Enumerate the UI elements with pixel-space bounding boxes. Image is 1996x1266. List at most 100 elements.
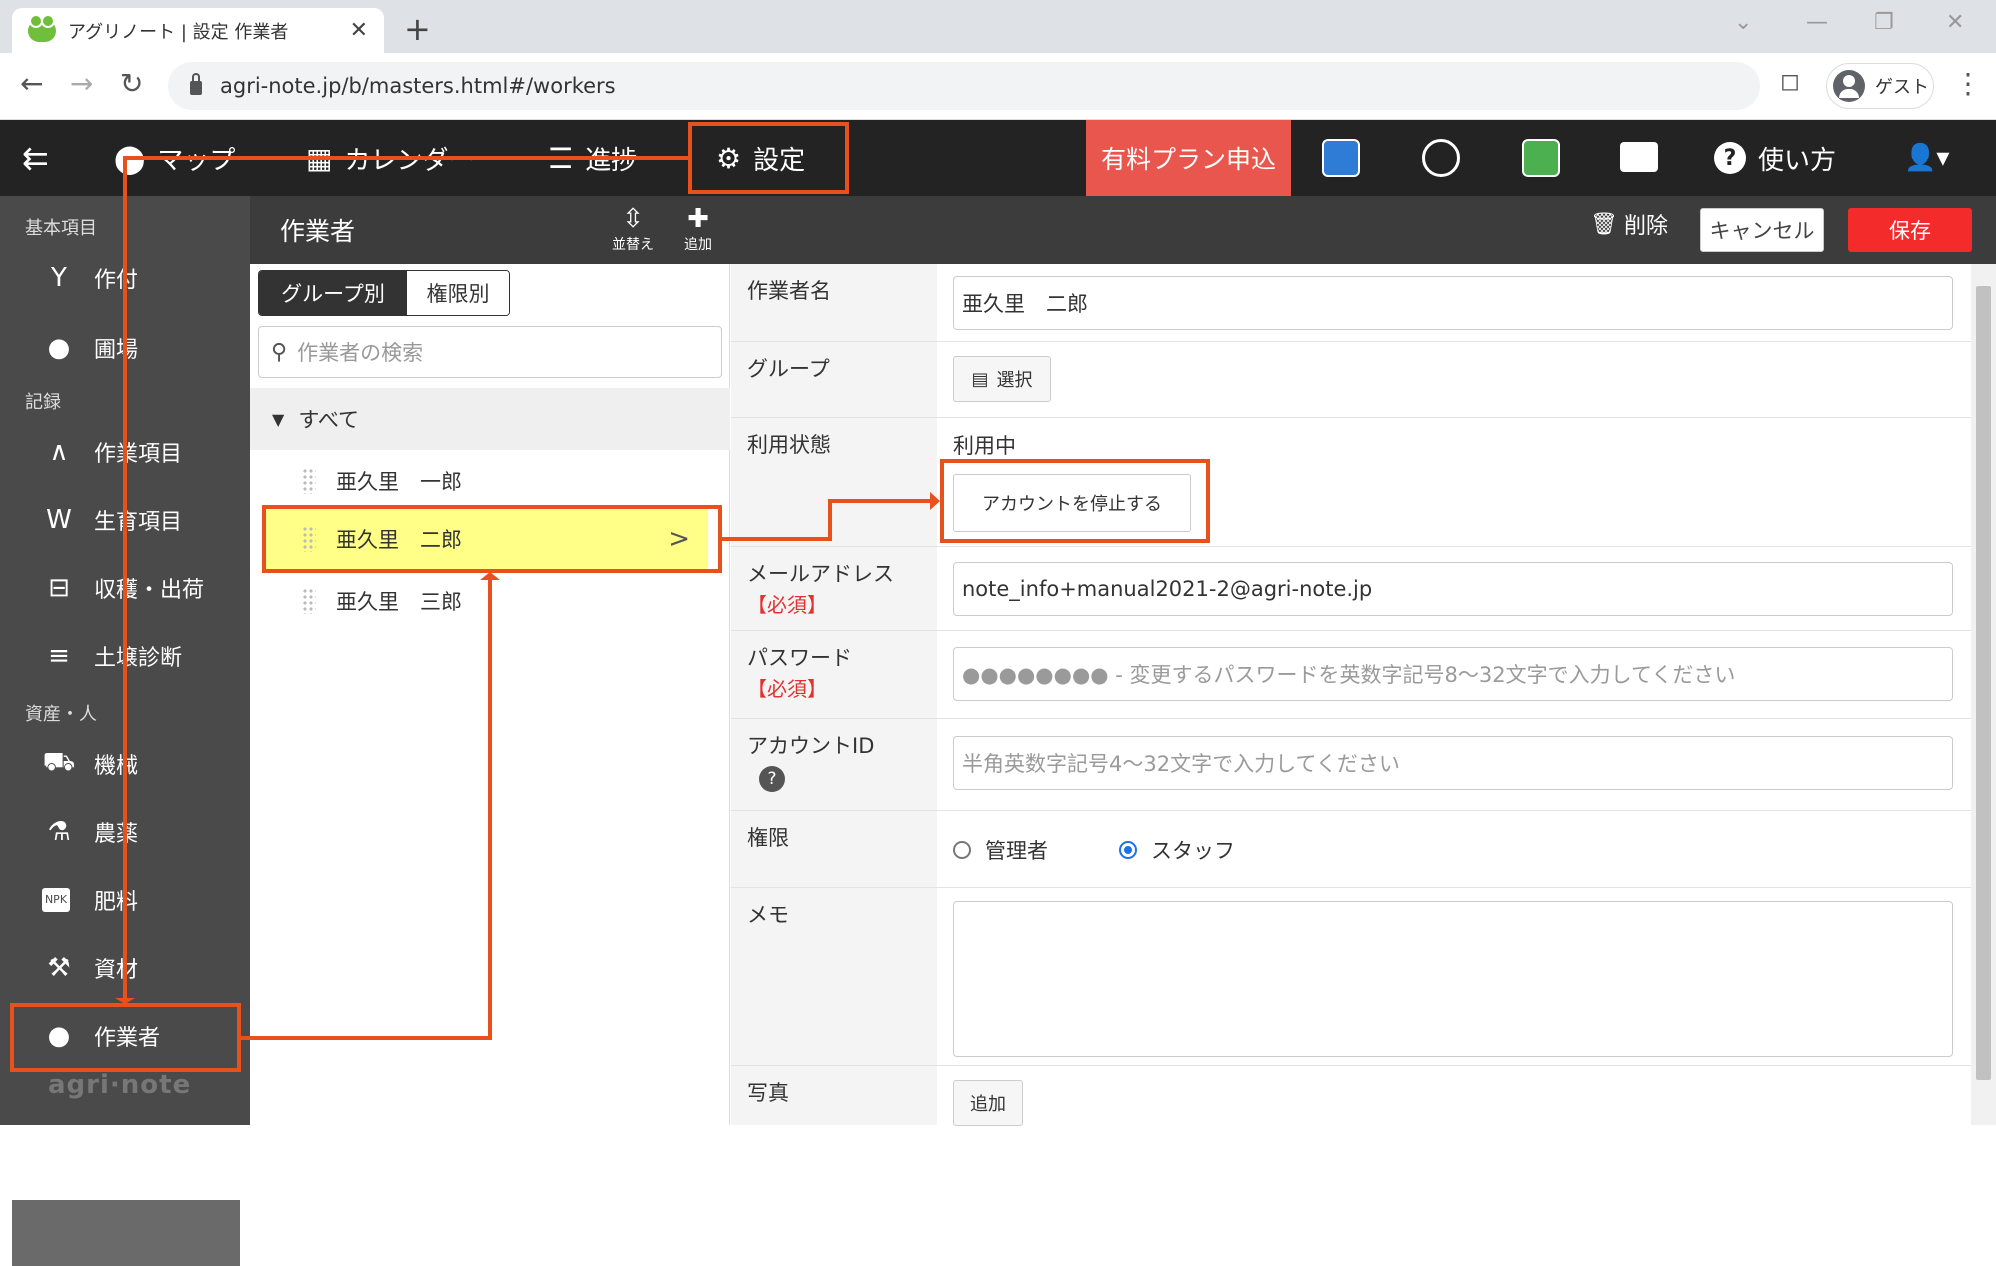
status-label: 利用状態 [731, 418, 937, 546]
weather-app-icon[interactable] [1422, 139, 1460, 177]
row-password: パスワード 【必須】 ●●●●●●●● - 変更するパスワードを英数字記号8～3… [731, 631, 1971, 719]
photo-add-button[interactable]: 追加 [953, 1080, 1023, 1126]
radio-checked-icon [1119, 841, 1137, 859]
sidebar-item-label: 作業項目 [94, 442, 183, 467]
required-badge: 【必須】 [747, 677, 827, 701]
list-icon: ▤ [971, 368, 989, 390]
map-pin-icon: ⬤ [114, 141, 146, 175]
sidebar-item-label: 肥料 [94, 890, 139, 915]
nav-map-label: マップ [157, 145, 236, 176]
url-text: agri-note.jp/b/masters.html#/workers [220, 74, 616, 98]
worker-row[interactable]: 亜久里 一郎 [250, 450, 730, 512]
forward-icon[interactable]: → [70, 67, 93, 100]
role-staff-radio[interactable]: スタッフ [1119, 835, 1235, 865]
cancel-button[interactable]: キャンセル [1700, 208, 1824, 252]
sidebar-item-workers[interactable]: ● 作業者 [42, 1014, 160, 1058]
memo-textarea[interactable] [953, 901, 1953, 1057]
agrinote-logo: agri·note [48, 1070, 192, 1100]
email-label-text: メールアドレス [747, 562, 894, 586]
person-icon: ● [47, 1021, 71, 1051]
reload-icon[interactable]: ↻ [120, 67, 143, 100]
back-icon[interactable]: ← [20, 67, 43, 100]
help-icon[interactable]: ? [759, 766, 785, 792]
new-tab-icon[interactable]: + [404, 10, 431, 48]
add-label: 追加 [684, 237, 712, 253]
chat-icon[interactable] [1620, 142, 1658, 172]
browser-tab[interactable]: アグリノート | 設定 作業者 ✕ [12, 8, 384, 53]
restore-icon[interactable]: ❐ [1874, 10, 1894, 35]
row-group: グループ ▤ 選択 [731, 342, 1971, 418]
sub-header: 作業者 ⇳ 並替え ✚ 追加 🗑 削除 キャンセル 保存 [250, 196, 1996, 264]
profile-button[interactable]: ゲスト [1826, 63, 1934, 109]
tab-by-role[interactable]: 権限別 [407, 271, 509, 315]
gear-icon: ⚙ [716, 141, 742, 175]
chevron-right-icon: > [668, 524, 690, 554]
nav-progress[interactable]: ☰ 進捗 [548, 120, 637, 196]
minimize-icon[interactable]: — [1806, 10, 1828, 35]
row-account-id: アカウントID ? 半角英数字記号4～32文字で入力してください [731, 719, 1971, 811]
sidebar-item-growth-items[interactable]: W 生育項目 [42, 498, 182, 542]
trash-icon: 🗑 [1590, 211, 1618, 237]
sidebar-item-soil[interactable]: ≡ 土壌診断 [42, 634, 182, 678]
browser-menu-icon[interactable]: ⋮ [1954, 67, 1982, 100]
radio-unchecked-icon [953, 841, 971, 859]
add-worker-button[interactable]: ✚ 追加 [673, 204, 723, 254]
drag-handle-icon[interactable] [302, 468, 316, 494]
account-id-input[interactable]: 半角英数字記号4～32文字で入力してください [953, 736, 1953, 790]
group-all-row[interactable]: ▼ すべて [250, 388, 730, 450]
delete-button[interactable]: 🗑 削除 [1590, 208, 1668, 240]
role-admin-label: 管理者 [985, 839, 1048, 863]
sidebar-toggle-icon[interactable]: ⇇ [22, 120, 49, 196]
paid-plan-button[interactable]: 有料プラン申込 [1086, 120, 1291, 196]
window-close-icon[interactable]: ✕ [1946, 10, 1964, 35]
reading-mode-icon[interactable]: ◻ [1780, 67, 1800, 95]
sort-button[interactable]: ⇳ 並替え [608, 204, 658, 254]
sidebar-item-fertilizers[interactable]: NPK 肥料 [42, 878, 138, 922]
agrinote-favicon-icon [28, 13, 56, 42]
tab-search-icon[interactable]: ⌄ [1734, 10, 1752, 35]
sidebar-item-materials[interactable]: ⚒ 資材 [42, 946, 138, 990]
list-icon: ☰ [548, 141, 574, 175]
tab-close-icon[interactable]: ✕ [350, 18, 368, 43]
role-staff-label: スタッフ [1151, 839, 1235, 863]
pesticide-search-icon[interactable] [1522, 139, 1560, 177]
save-button[interactable]: 保存 [1848, 208, 1972, 252]
sidebar-item-work-items[interactable]: ∧ 作業項目 [42, 430, 182, 474]
tab-by-group[interactable]: グループ別 [259, 271, 407, 315]
account-id-label: アカウントID ? [731, 719, 937, 810]
nav-settings[interactable]: ⚙ 設定 [690, 120, 847, 196]
scrollbar-thumb[interactable] [1976, 286, 1991, 1080]
tractor-icon: ⛟ [42, 747, 76, 777]
sidebar-item-machines[interactable]: ⛟ 機械 [42, 742, 138, 786]
worker-row-selected[interactable]: 亜久里 二郎 > [264, 508, 708, 570]
sidebar-item-fields[interactable]: ● 圃場 [42, 326, 138, 370]
user-menu-icon[interactable]: 👤▾ [1904, 120, 1949, 196]
mgr-app-icon[interactable] [1322, 139, 1360, 177]
sidebar-item-crops[interactable]: Y 作付 [42, 256, 138, 300]
worker-search-input[interactable]: ⚲ 作業者の検索 [258, 326, 722, 378]
nav-map[interactable]: ⬤ マップ [114, 120, 235, 196]
sidebar-item-harvest[interactable]: ⊟ 収穫・出荷 [42, 566, 204, 610]
drag-handle-icon[interactable] [302, 588, 316, 614]
sidebar-item-label: 作付 [94, 268, 139, 293]
role-admin-radio[interactable]: 管理者 [953, 835, 1048, 865]
sidebar: 基本項目 Y 作付 ● 圃場 記録 ∧ 作業項目 W 生育項目 ⊟ 収穫・出荷 … [0, 196, 250, 1266]
url-field[interactable]: agri-note.jp/b/masters.html#/workers [168, 62, 1760, 110]
worker-name-input[interactable]: 亜久里 二郎 [953, 276, 1953, 330]
group-select-button[interactable]: ▤ 選択 [953, 356, 1051, 402]
sidebar-item-pesticides[interactable]: ⚗ 農薬 [42, 810, 138, 854]
nav-help[interactable]: ? 使い方 [1714, 120, 1836, 196]
nav-calendar[interactable]: ▦ カレンダー [306, 120, 474, 196]
password-input[interactable]: ●●●●●●●● - 変更するパスワードを英数字記号8～32文字で入力してくださ… [953, 647, 1953, 701]
app-top-nav: ⇇ ⬤ マップ ▦ カレンダー ☰ 進捗 ⚙ 設定 有料プラン申込 ? 使い方 … [0, 120, 1996, 196]
stop-account-button[interactable]: アカウントを停止する [953, 474, 1191, 532]
row-role: 権限 管理者 スタッフ [731, 811, 1971, 888]
worker-row[interactable]: 亜久里 三郎 [250, 570, 730, 632]
group-select-label: 選択 [996, 370, 1033, 391]
sidebar-section-records: 記録 [25, 392, 61, 413]
drag-handle-icon[interactable] [302, 526, 316, 552]
form-scrollbar[interactable] [1971, 264, 1996, 1125]
email-input[interactable]: note_info+manual2021-2@agri-note.jp [953, 562, 1953, 616]
npk-icon: NPK [42, 888, 70, 912]
list-mode-toggle: グループ別 権限別 [258, 270, 510, 316]
